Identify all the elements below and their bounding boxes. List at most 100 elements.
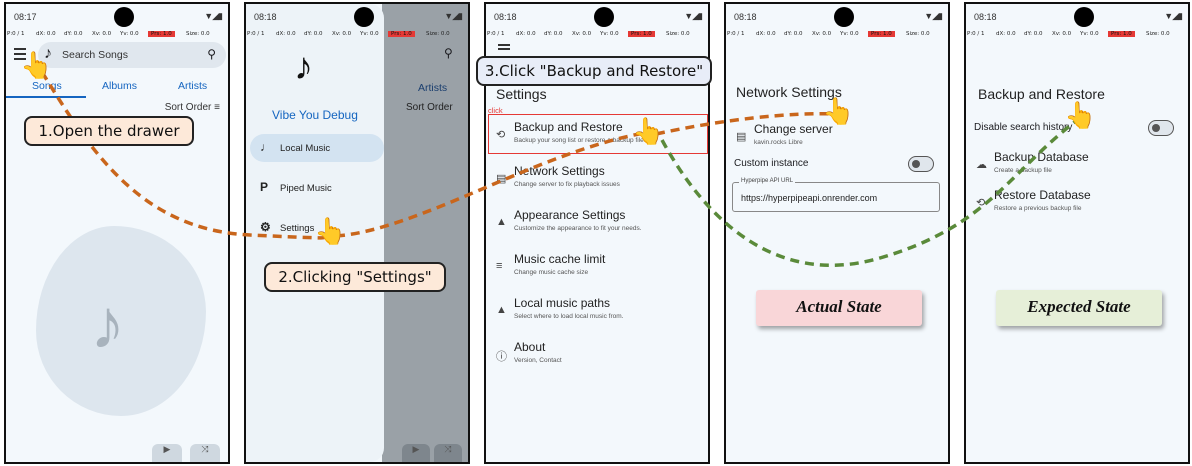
screen-navigation-drawer: Artists Sort Order ⚲ ▶ ⤨ ♪ Vibe You Debu…	[244, 2, 470, 464]
dbg-xv: Xv: 0.0	[332, 31, 352, 37]
custom-instance-toggle[interactable]	[908, 156, 934, 172]
pointer-debug-bar: P:0 / 1 dX: 0.0 dY: 0.0 Xv: 0.0 Yv: 0.0 …	[6, 31, 228, 39]
tab-albums[interactable]: Albums	[102, 80, 137, 92]
status-bar: 08:18 ▼◢▮	[492, 7, 703, 27]
menu-icon[interactable]	[498, 44, 510, 52]
status-time: 08:18	[974, 12, 997, 22]
app-logo-icon: ♪	[294, 46, 313, 88]
settings-item-title: About	[514, 340, 546, 354]
dbg-prs: Prs: 1.0	[868, 31, 895, 37]
page-title: Settings	[496, 86, 547, 102]
search-icon: ⚲	[444, 46, 453, 60]
dbg-dy: dY: 0.0	[784, 31, 803, 37]
settings-item-network[interactable]: ▤ Network Settings Change server to fix …	[486, 160, 708, 200]
settings-item-cache[interactable]: ≡ Music cache limit Change music cache s…	[486, 248, 708, 288]
pointer-debug-bar: P:0 / 1 dX: 0.0 dY: 0.0 Xv: 0.0 Yv: 0.0 …	[726, 31, 948, 39]
status-time: 08:18	[494, 12, 517, 22]
custom-instance-label: Custom instance	[734, 158, 809, 169]
tap-hand-icon: 👆	[20, 50, 53, 80]
restore-database-item[interactable]: ⟲ Restore Database Restore a previous ba…	[966, 184, 1188, 224]
sort-order-button[interactable]: Sort Order ≡	[165, 102, 220, 113]
gear-icon: ⚙	[260, 220, 271, 234]
drawer-scrim[interactable]: Artists Sort Order ⚲ ▶ ⤨	[382, 4, 468, 462]
dbg-p: P:0 / 1	[487, 31, 505, 37]
settings-item-about[interactable]: ⓘ About Version, Contact	[486, 336, 708, 376]
dbg-dx: dX: 0.0	[276, 31, 296, 37]
dbg-prs: Prs: 1.0	[1108, 31, 1135, 37]
disable-search-toggle[interactable]	[1148, 120, 1174, 136]
cache-icon: ≡	[496, 260, 503, 272]
settings-item-backup-restore[interactable]: ⟲ Backup and Restore Backup your song li…	[486, 116, 708, 156]
backup-database-item[interactable]: ☁ Backup Database Create a backup file	[966, 146, 1188, 186]
camera-cutout	[1074, 7, 1094, 27]
play-button: ▶	[402, 444, 430, 462]
dbg-dx: dX: 0.0	[996, 31, 1016, 37]
settings-item-subtitle: Backup your song list or restore a backu…	[514, 137, 646, 144]
dbg-p: P:0 / 1	[7, 31, 25, 37]
signal-battery-icon: ▼◢▮	[444, 11, 463, 21]
dbg-size: Size: 0.0	[1146, 31, 1170, 37]
api-url-field[interactable]: Hyperpipe API URL https://hyperpipeapi.o…	[732, 178, 940, 212]
status-bar: 08:18 ▼◢▮	[732, 7, 943, 27]
cloud-upload-icon: ☁	[976, 159, 987, 171]
camera-cutout	[594, 7, 614, 27]
drawer-item-piped-music[interactable]: P Piped Music	[250, 174, 384, 202]
appearance-icon: ▲	[496, 216, 507, 228]
api-url-value[interactable]: https://hyperpipeapi.onrender.com	[741, 193, 877, 203]
tap-hand-icon: 👆	[314, 216, 347, 246]
dbg-yv: Yv: 0.0	[1080, 31, 1099, 37]
expected-state-badge: Expected State	[996, 290, 1162, 326]
status-time: 08:17	[14, 12, 37, 22]
app-name: Vibe You Debug	[272, 108, 358, 122]
dbg-prs: Prs: 1.0	[148, 31, 175, 37]
search-bar[interactable]: ♪ Search Songs ⚲	[38, 42, 226, 68]
tab-songs[interactable]: Songs	[32, 80, 62, 92]
dbg-size: Size: 0.0	[666, 31, 690, 37]
dbg-p: P:0 / 1	[247, 31, 265, 37]
backup-title: Backup Database	[994, 150, 1089, 164]
shuffle-button[interactable]: ⤨	[190, 444, 220, 462]
status-time: 08:18	[734, 12, 757, 22]
dbg-yv: Yv: 0.0	[360, 31, 379, 37]
play-button[interactable]: ▶	[152, 444, 182, 462]
callout-step1: 1.Open the drawer	[24, 116, 194, 146]
dbg-xv: Xv: 0.0	[1052, 31, 1072, 37]
settings-item-title: Music cache limit	[514, 252, 606, 266]
pointer-debug-bar: P:0 / 1 dX: 0.0 dY: 0.0 Xv: 0.0 Yv: 0.0 …	[966, 31, 1188, 39]
settings-item-local-paths[interactable]: ▲ Local music paths Select where to load…	[486, 292, 708, 332]
callout-step2: 2.Clicking "Settings"	[264, 262, 446, 292]
search-input[interactable]: Search Songs	[62, 49, 128, 61]
actual-state-badge: Actual State	[756, 290, 922, 326]
dbg-yv: Yv: 0.0	[120, 31, 139, 37]
dbg-xv: Xv: 0.0	[812, 31, 832, 37]
dbg-p: P:0 / 1	[727, 31, 745, 37]
settings-item-subtitle: Change server to fix playback issues	[514, 181, 620, 188]
settings-item-title: Backup and Restore	[514, 120, 623, 134]
dbg-xv: Xv: 0.0	[572, 31, 592, 37]
drawer-item-label: Piped Music	[280, 183, 332, 194]
search-icon[interactable]: ⚲	[207, 47, 216, 61]
restore-title: Restore Database	[994, 188, 1091, 202]
change-server-subtitle: kavin.rocks Libre	[754, 139, 803, 146]
status-bar: 08:18 ▼◢▮	[252, 7, 463, 27]
camera-cutout	[114, 7, 134, 27]
settings-item-appearance[interactable]: ▲ Appearance Settings Customize the appe…	[486, 204, 708, 244]
dbg-size: Size: 0.0	[906, 31, 930, 37]
drawer-item-local-music[interactable]: ♩ Local Music	[250, 134, 384, 162]
callout-step3: 3.Click "Backup and Restore"	[476, 56, 712, 86]
dbg-dy: dY: 0.0	[544, 31, 563, 37]
dbg-prs: Prs: 1.0	[628, 31, 655, 37]
tab-artists[interactable]: Artists	[178, 80, 207, 92]
pointer-debug-bar: P:0 / 1 dX: 0.0 dY: 0.0 Xv: 0.0 Yv: 0.0 …	[246, 31, 468, 39]
tab-artists: Artists	[418, 82, 448, 94]
sort-order-label: Sort Order	[406, 102, 453, 113]
settings-item-title: Appearance Settings	[514, 208, 626, 222]
shuffle-button: ⤨	[434, 444, 462, 462]
status-bar: 08:18 ▼◢▮	[972, 7, 1183, 27]
screen-backup-restore: 08:18 ▼◢▮ P:0 / 1 dX: 0.0 dY: 0.0 Xv: 0.…	[964, 2, 1190, 464]
music-note-icon: ♪	[90, 285, 125, 363]
change-server-title: Change server	[754, 122, 833, 136]
signal-battery-icon: ▼◢▮	[204, 11, 223, 21]
dbg-dx: dX: 0.0	[36, 31, 56, 37]
signal-battery-icon: ▼◢▮	[924, 11, 943, 21]
